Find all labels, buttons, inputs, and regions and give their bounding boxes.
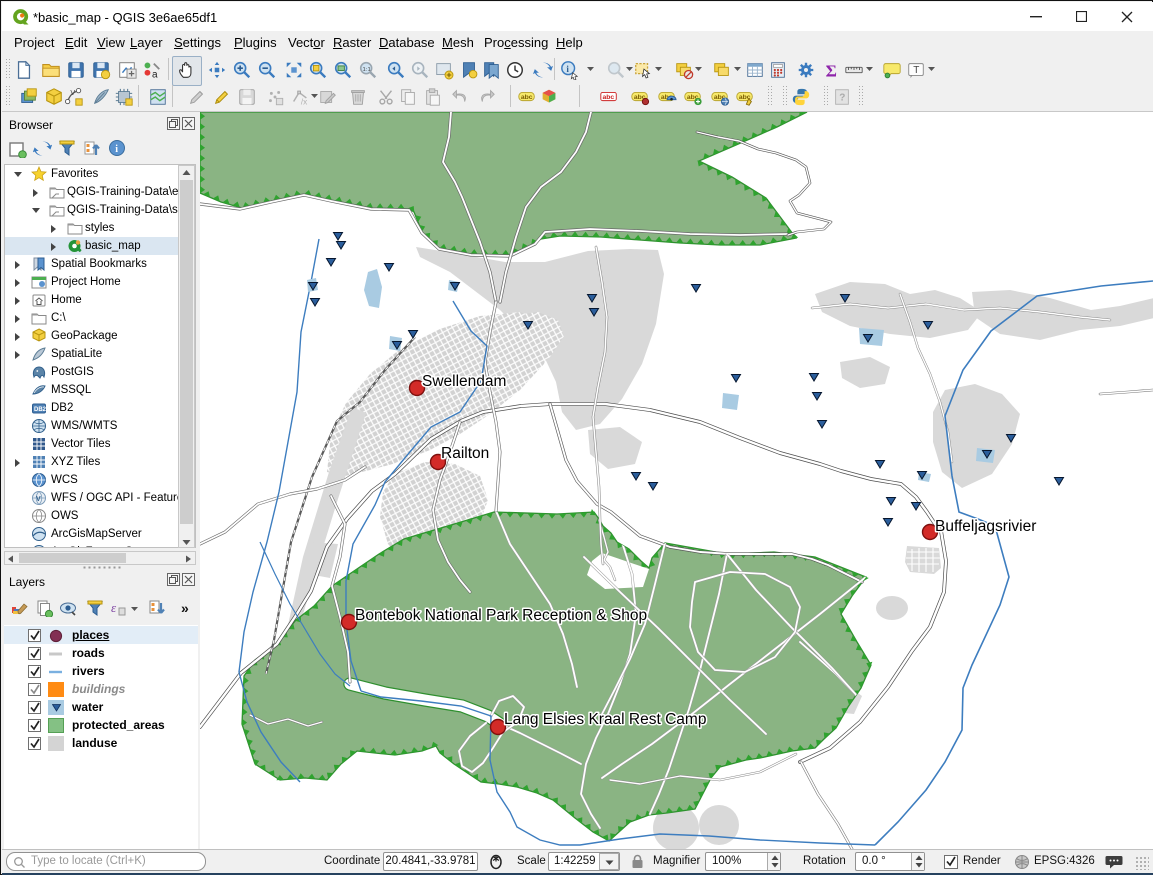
svg-text:1:1: 1:1 (363, 67, 371, 73)
svg-text:T: T (913, 65, 919, 76)
svg-text:Bontebok National Park Recepti: Bontebok National Park Reception & Shop (355, 607, 647, 624)
svg-text:ε: ε (111, 600, 117, 615)
svg-text:Lang Elsies Kraal Rest Camp: Lang Elsies Kraal Rest Camp (504, 711, 706, 728)
svg-text:Buffeljagsrivier: Buffeljagsrivier (935, 518, 1036, 535)
svg-text:abc: abc (602, 94, 614, 101)
svg-text:i: i (115, 144, 118, 155)
svg-text:abc: abc (521, 94, 533, 101)
svg-text:/x: /x (301, 97, 307, 106)
svg-text:V: V (36, 496, 41, 503)
svg-text:Railton: Railton (441, 445, 489, 462)
svg-text:DB2: DB2 (34, 407, 47, 413)
svg-text:?: ? (839, 93, 845, 104)
svg-text:V: V (70, 88, 75, 97)
svg-text:a: a (152, 69, 158, 80)
svg-text:Σ: Σ (826, 61, 837, 80)
svg-text:Swellendam: Swellendam (422, 373, 506, 390)
